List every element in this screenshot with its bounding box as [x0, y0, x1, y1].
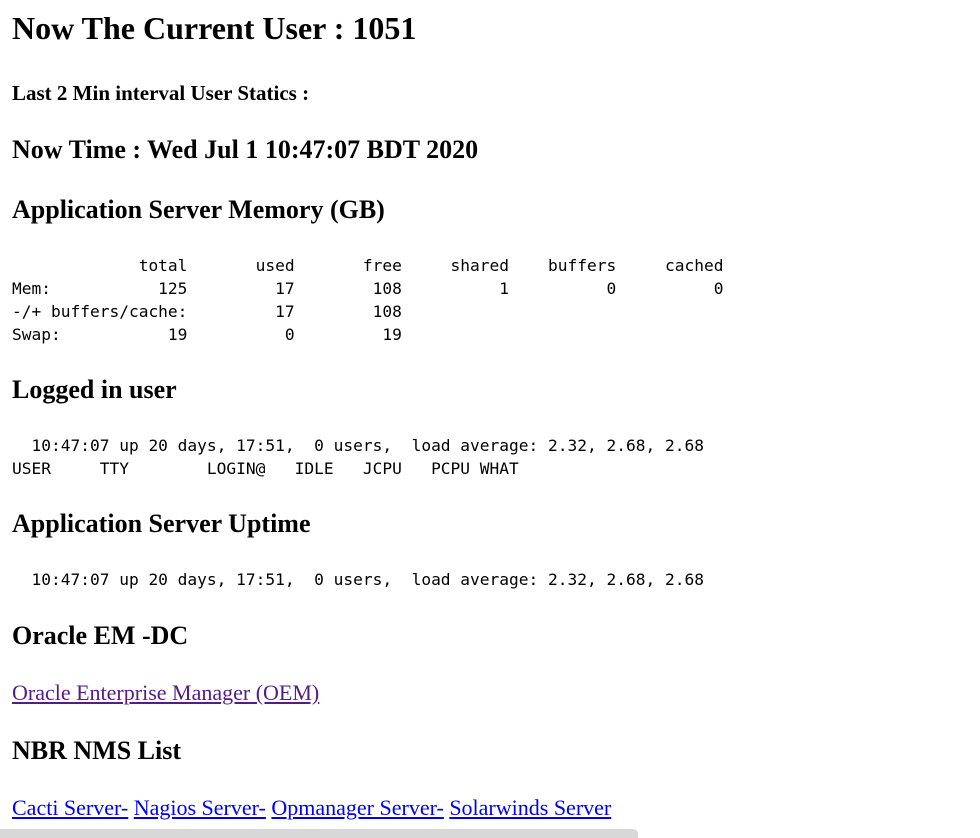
interval-label: Last 2 Min interval User Statics : [12, 81, 310, 105]
solarwinds-server-link[interactable]: Solarwinds Server [449, 795, 611, 820]
memory-section-title: Application Server Memory (GB) [12, 195, 385, 224]
memory-output: total used free shared buffers cached Me… [12, 256, 724, 344]
current-user-heading: Now The Current User : 1051 [12, 10, 417, 46]
oracle-section-title: Oracle EM -DC [12, 621, 189, 650]
logged-in-output: 10:47:07 up 20 days, 17:51, 0 users, loa… [12, 436, 704, 478]
uptime-section-title: Application Server Uptime [12, 509, 311, 538]
now-time-heading: Now Time : Wed Jul 1 10:47:07 BDT 2020 [12, 135, 479, 164]
nagios-server-link[interactable]: Nagios Server- [134, 795, 266, 820]
opmanager-server-link[interactable]: Opmanager Server- [271, 795, 443, 820]
horizontal-scrollbar[interactable] [0, 829, 638, 838]
nms-links: Cacti Server- Nagios Server- Opmanager S… [12, 794, 611, 822]
logged-in-section-title: Logged in user [12, 375, 177, 404]
uptime-output: 10:47:07 up 20 days, 17:51, 0 users, loa… [12, 570, 704, 589]
nms-section-title: NBR NMS List [12, 736, 182, 765]
oracle-links: Oracle Enterprise Manager (OEM) [12, 679, 319, 707]
cacti-server-link[interactable]: Cacti Server- [12, 795, 128, 820]
oem-link[interactable]: Oracle Enterprise Manager (OEM) [12, 680, 319, 705]
